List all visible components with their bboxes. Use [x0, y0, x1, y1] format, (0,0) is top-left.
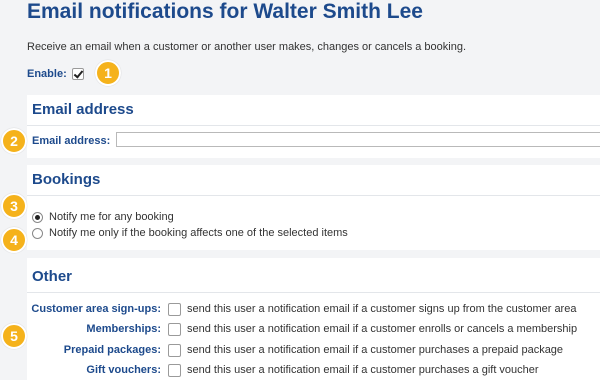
customer-signups-row: Customer area sign-ups: send this user a… [27, 302, 576, 316]
enable-label: Enable: [27, 68, 67, 80]
memberships-checkbox[interactable] [168, 322, 181, 336]
enable-row: Enable: [27, 66, 84, 82]
prepaid-packages-checkbox[interactable] [168, 343, 181, 357]
enable-checkbox[interactable] [71, 68, 84, 80]
prepaid-packages-text: send this user a notification email if a… [187, 344, 564, 356]
bookings-section: Bookings Notify me for any booking Notif… [27, 165, 600, 250]
memberships-text: send this user a notification email if a… [187, 323, 578, 335]
customer-signups-text: send this user a notification email if a… [187, 303, 577, 315]
other-section-title: Other [32, 268, 73, 285]
notify-selected-items-option[interactable]: Notify me only if the booking affects on… [32, 226, 348, 240]
prepaid-packages-row: Prepaid packages: send this user a notif… [27, 343, 563, 357]
section-divider [27, 125, 600, 126]
gift-vouchers-row: Gift vouchers: send this user a notifica… [27, 363, 539, 377]
section-divider [27, 292, 600, 293]
customer-signups-checkbox[interactable] [168, 302, 181, 316]
section-divider [27, 195, 600, 196]
email-address-section: Email address Email address: [27, 95, 600, 158]
gift-vouchers-text: send this user a notification email if a… [187, 364, 539, 376]
memberships-label: Memberships: [86, 323, 161, 335]
customer-signups-label: Customer area sign-ups: [31, 303, 161, 315]
callout-badge-5: 5 [1, 323, 27, 349]
gift-vouchers-label: Gift vouchers: [86, 364, 161, 376]
bookings-section-title: Bookings [32, 171, 101, 188]
prepaid-packages-label: Prepaid packages: [63, 344, 161, 356]
callout-badge-2: 2 [1, 128, 27, 154]
email-field-label: Email address: [32, 135, 111, 147]
notify-any-booking-radio[interactable] [32, 211, 43, 223]
email-section-title: Email address [32, 101, 134, 118]
notify-selected-items-label: Notify me only if the booking affects on… [49, 227, 348, 239]
notify-selected-items-radio[interactable] [32, 227, 43, 239]
callout-badge-3: 3 [1, 193, 27, 219]
notify-any-booking-label: Notify me for any booking [49, 211, 174, 223]
page-title: Email notifications for Walter Smith Lee [27, 0, 423, 23]
gift-vouchers-checkbox[interactable] [168, 363, 181, 377]
memberships-row: Memberships: send this user a notificati… [27, 322, 577, 336]
callout-badge-1: 1 [95, 60, 121, 86]
other-section: Other Customer area sign-ups: send this … [27, 258, 600, 380]
email-field[interactable] [116, 132, 600, 147]
intro-text: Receive an email when a customer or anot… [27, 41, 467, 53]
callout-badge-4: 4 [1, 227, 27, 253]
notify-any-booking-option[interactable]: Notify me for any booking [32, 210, 174, 224]
